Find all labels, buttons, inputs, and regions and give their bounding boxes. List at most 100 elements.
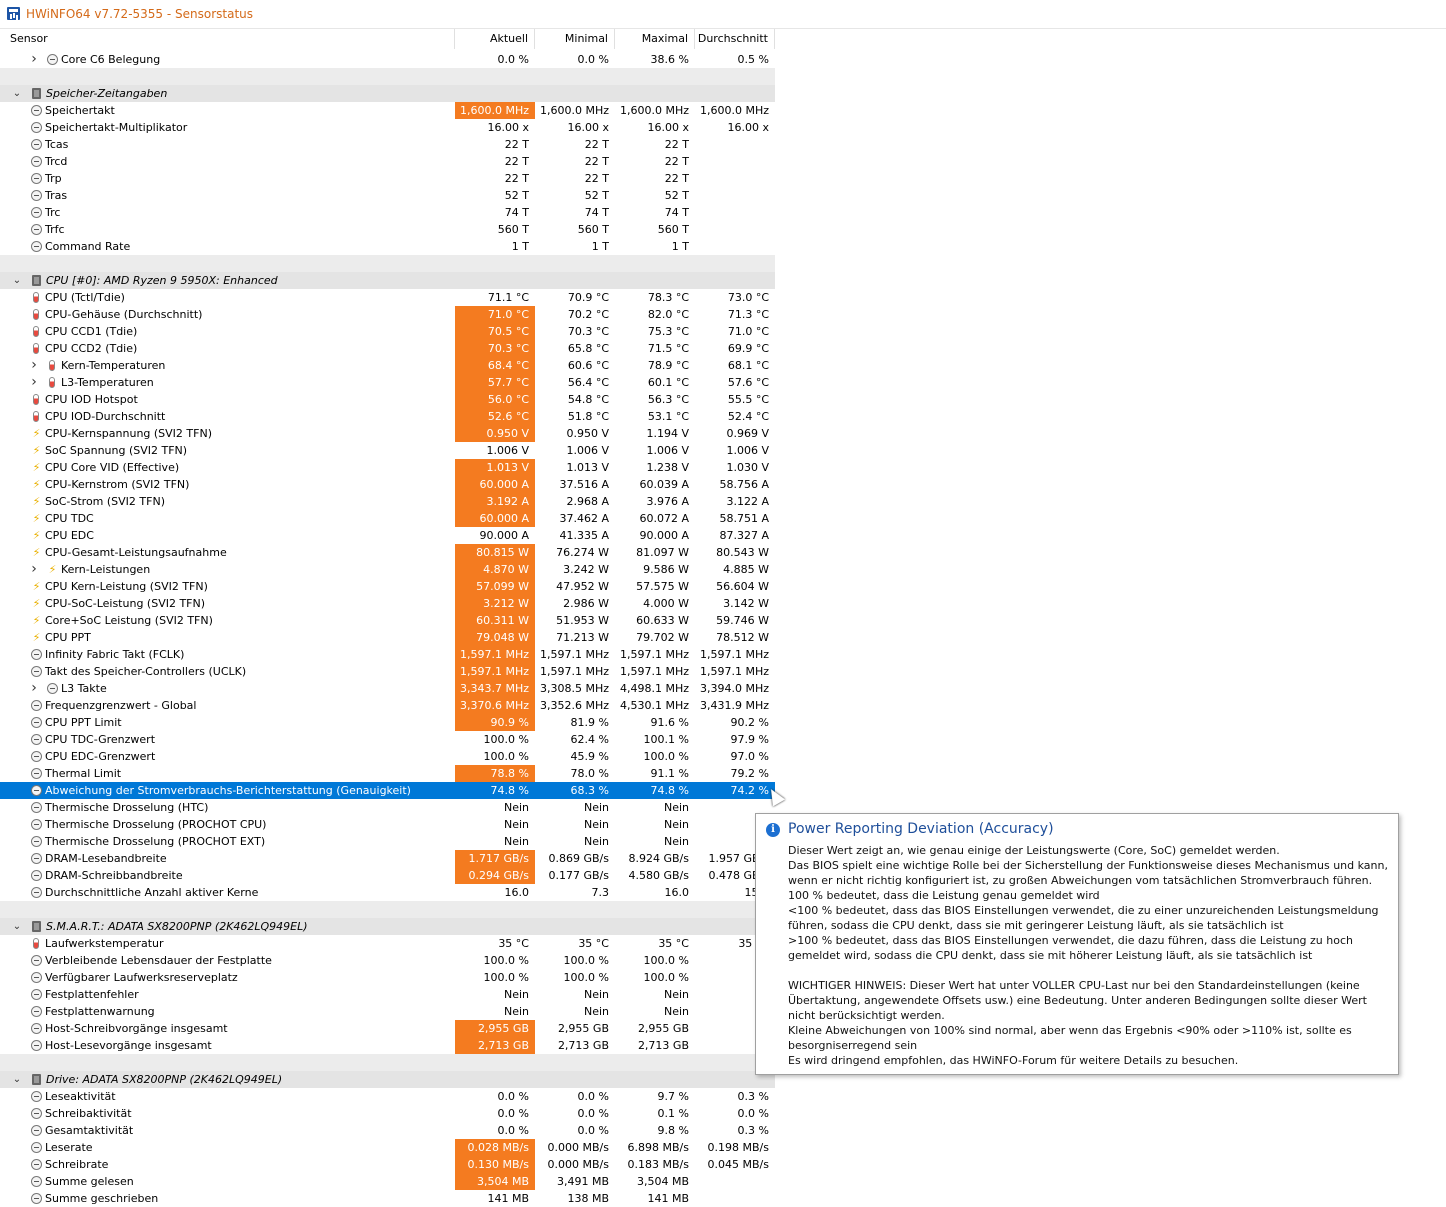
sensor-row[interactable]: › L3-Temperaturen 57.7 °C 56.4 °C 60.1 °C 57.… [0,374,775,391]
collapse-chevron-icon[interactable]: ⌄ [12,85,22,102]
sensor-group-header[interactable]: ⌄ S.M.A.R.T.: ADATA SX8200PNP (2K462LQ949… [0,918,775,935]
sensor-row[interactable]: Summe geschrieben 141 MB 138 MB 141 MB [0,1190,775,1207]
sensor-row[interactable]: ⚡ CPU-Kernspannung (SVI2 TFN) 0.950 V 0.950… [0,425,775,442]
sensor-row[interactable]: ⚡ CPU PPT 79.048 W 71.213 W 79.702 W 78.512 W [0,629,775,646]
sensor-label: Host-Schreibvorgänge insgesamt [45,1022,228,1035]
sensor-row[interactable]: Tras 52 T 52 T 52 T [0,187,775,204]
expand-chevron-icon[interactable]: › [29,51,39,68]
sensor-row[interactable]: Infinity Fabric Takt (FCLK) 1,597.1 MHz 1,… [0,646,775,663]
expand-chevron-icon[interactable]: › [29,374,39,391]
expand-chevron-icon[interactable]: › [29,680,39,697]
sensor-row[interactable]: ⚡ Core+SoC Leistung (SVI2 TFN) 60.311 W 51.… [0,612,775,629]
expand-chevron-icon[interactable]: › [29,561,39,578]
sensor-row[interactable]: ⚡ CPU EDC 90.000 A 41.335 A 90.000 A 87.327 A [0,527,775,544]
sensor-row[interactable]: Speichertakt-Multiplikator 16.00 x 16.00 x… [0,119,775,136]
sensor-row[interactable]: Leserate 0.028 MB/s 0.000 MB/s 6.898 MB/s 0.… [0,1139,775,1156]
sensor-row[interactable]: Host-Lesevorgänge insgesamt 2,713 GB 2,713… [0,1037,775,1054]
sensor-row[interactable]: Laufwerkstemperatur 35 °C 35 °C 35 °C 35 °C [0,935,775,952]
sensor-label: CPU-Gehäuse (Durchschnitt) [45,308,203,321]
sensor-row[interactable]: › L3 Takte 3,343.7 MHz 3,308.5 MHz 4,498.1 M… [0,680,775,697]
sensor-row[interactable]: CPU CCD2 (Tdie) 70.3 °C 65.8 °C 71.5 °C 69.9… [0,340,775,357]
maximum-value: 100.0 % [643,750,689,763]
sensor-row[interactable]: Schreibaktivität 0.0 % 0.0 % 0.1 % 0.0 % [0,1105,775,1122]
tooltip-power-reporting-deviation: i Power Reporting Deviation (Accuracy) D… [755,813,1399,1075]
expand-chevron-icon[interactable]: › [29,357,39,374]
sensor-row[interactable]: CPU IOD-Durchschnitt 52.6 °C 51.8 °C 53.1 °… [0,408,775,425]
clock-sensor-icon [47,683,58,694]
sensor-row[interactable]: Trcd 22 T 22 T 22 T [0,153,775,170]
minimum-value: 62.4 % [570,733,609,746]
sensor-row[interactable]: Thermische Drosselung (PROCHOT CPU) Nein N… [0,816,775,833]
maximum-value: 56.3 °C [647,393,689,406]
collapse-chevron-icon[interactable]: ⌄ [12,918,22,935]
sensor-row[interactable]: › ⚡ Kern-Leistungen 4.870 W 3.242 W 9.586 W 4.… [0,561,775,578]
current-value: 3,504 MB [455,1173,535,1190]
sensor-row[interactable]: Summe gelesen 3,504 MB 3,491 MB 3,504 MB [0,1173,775,1190]
sensor-row[interactable]: ⚡ CPU Kern-Leistung (SVI2 TFN) 57.099 W 47.… [0,578,775,595]
sensor-row[interactable]: › Core C6 Belegung 0.0 % 0.0 % 38.6 % 0.5 % [0,51,775,68]
current-value: 70.3 °C [455,340,535,357]
sensor-row[interactable]: CPU EDC-Grenzwert 100.0 % 45.9 % 100.0 % 97.… [0,748,775,765]
sensor-group-header[interactable]: ⌄ Drive: ADATA SX8200PNP (2K462LQ949EL) [0,1071,775,1088]
sensor-row[interactable]: Thermal Limit 78.8 % 78.0 % 91.1 % 79.2 % [0,765,775,782]
sensor-row[interactable]: Host-Schreibvorgänge insgesamt 2,955 GB 2,… [0,1020,775,1037]
sensor-row[interactable]: ⚡ CPU-Gesamt-Leistungsaufnahme 80.815 W 76.… [0,544,775,561]
sensor-row[interactable]: CPU-Gehäuse (Durchschnitt) 71.0 °C 70.2 °C… [0,306,775,323]
sensor-row[interactable]: › Kern-Temperaturen 68.4 °C 60.6 °C 78.9 °C 6… [0,357,775,374]
sensor-row[interactable]: CPU IOD Hotspot 56.0 °C 54.8 °C 56.3 °C 55.5… [0,391,775,408]
maximum-value: 2,955 GB [637,1022,689,1035]
average-value: 16.00 x [727,121,770,134]
sensor-row[interactable]: Trfc 560 T 560 T 560 T [0,221,775,238]
sensor-row[interactable]: Trc 74 T 74 T 74 T [0,204,775,221]
sensor-row[interactable]: Festplattenfehler Nein Nein Nein [0,986,775,1003]
column-minimum[interactable]: Minimal [535,29,615,49]
minimum-value: 2,713 GB [557,1039,609,1052]
current-value: 0.0 % [497,1107,529,1120]
maximum-value: 75.3 °C [647,325,689,338]
sensor-row[interactable]: Verbleibende Lebensdauer der Festplatte 1… [0,952,775,969]
current-value: 60.000 A [455,476,535,493]
sensor-row[interactable]: Leseaktivität 0.0 % 0.0 % 9.7 % 0.3 % [0,1088,775,1105]
collapse-chevron-icon[interactable]: ⌄ [12,272,22,289]
sensor-row[interactable]: ⚡ SoC-Strom (SVI2 TFN) 3.192 A 2.968 A 3.976… [0,493,775,510]
sensor-row[interactable]: Command Rate 1 T 1 T 1 T [0,238,775,255]
sensor-row[interactable]: CPU TDC-Grenzwert 100.0 % 62.4 % 100.1 % 97.… [0,731,775,748]
sensor-row[interactable]: ⚡ CPU TDC 60.000 A 37.462 A 60.072 A 58.751 A [0,510,775,527]
sensor-row[interactable]: Abweichung der Stromverbrauchs-Berichter… [0,782,775,799]
column-average[interactable]: Durchschnitt [695,29,775,49]
sensor-row[interactable]: Takt des Speicher-Controllers (UCLK) 1,59… [0,663,775,680]
sensor-row[interactable]: Thermische Drosselung (PROCHOT EXT) Nein N… [0,833,775,850]
maximum-value: 0.1 % [657,1107,689,1120]
minimum-value: 7.3 [591,886,610,899]
collapse-chevron-icon[interactable]: ⌄ [12,1071,22,1088]
sensor-group-header[interactable]: ⌄ CPU [#0]: AMD Ryzen 9 5950X: Enhanced [0,272,775,289]
sensor-group-header[interactable]: ⌄ Speicher-Zeitangaben [0,85,775,102]
sensor-row[interactable]: Tcas 22 T 22 T 22 T [0,136,775,153]
sensor-row[interactable]: Schreibrate 0.130 MB/s 0.000 MB/s 0.183 MB/… [0,1156,775,1173]
sensor-row[interactable]: DRAM-Lesebandbreite 1.717 GB/s 0.869 GB/s 8… [0,850,775,867]
sensor-row[interactable]: Durchschnittliche Anzahl aktiver Kerne 16… [0,884,775,901]
sensor-row[interactable]: Verfügbarer Laufwerksreserveplatz 100.0 %… [0,969,775,986]
current-value: 22 T [504,172,529,185]
sensor-row[interactable]: CPU CCD1 (Tdie) 70.5 °C 70.3 °C 75.3 °C 71.0… [0,323,775,340]
sensor-row[interactable]: ⚡ CPU-Kernstrom (SVI2 TFN) 60.000 A 37.516 … [0,476,775,493]
column-sensor[interactable]: Sensor [0,29,455,49]
sensor-label: Trfc [45,223,65,236]
sensor-row[interactable]: CPU PPT Limit 90.9 % 81.9 % 91.6 % 90.2 % [0,714,775,731]
maximum-value: 60.072 A [639,512,689,525]
chip-icon [32,88,41,99]
sensor-row[interactable]: ⚡ SoC Spannung (SVI2 TFN) 1.006 V 1.006 V 1.… [0,442,775,459]
column-current[interactable]: Aktuell [455,29,535,49]
sensor-row[interactable]: Gesamtaktivität 0.0 % 0.0 % 9.8 % 0.3 % [0,1122,775,1139]
sensor-row[interactable]: Frequenzgrenzwert - Global 3,370.6 MHz 3,3… [0,697,775,714]
thermometer-icon [33,394,39,405]
sensor-row[interactable]: CPU (Tctl/Tdie) 71.1 °C 70.9 °C 78.3 °C 73.0… [0,289,775,306]
sensor-row[interactable]: Trp 22 T 22 T 22 T [0,170,775,187]
sensor-row[interactable]: Festplattenwarnung Nein Nein Nein [0,1003,775,1020]
sensor-row[interactable]: Speichertakt 1,600.0 MHz 1,600.0 MHz 1,600.… [0,102,775,119]
sensor-row[interactable]: Thermische Drosselung (HTC) Nein Nein Nein [0,799,775,816]
sensor-row[interactable]: DRAM-Schreibbandbreite 0.294 GB/s 0.177 GB… [0,867,775,884]
sensor-row[interactable]: ⚡ CPU Core VID (Effective) 1.013 V 1.013 V 1… [0,459,775,476]
sensor-row[interactable]: ⚡ CPU-SoC-Leistung (SVI2 TFN) 3.212 W 2.986… [0,595,775,612]
column-maximum[interactable]: Maximal [615,29,695,49]
